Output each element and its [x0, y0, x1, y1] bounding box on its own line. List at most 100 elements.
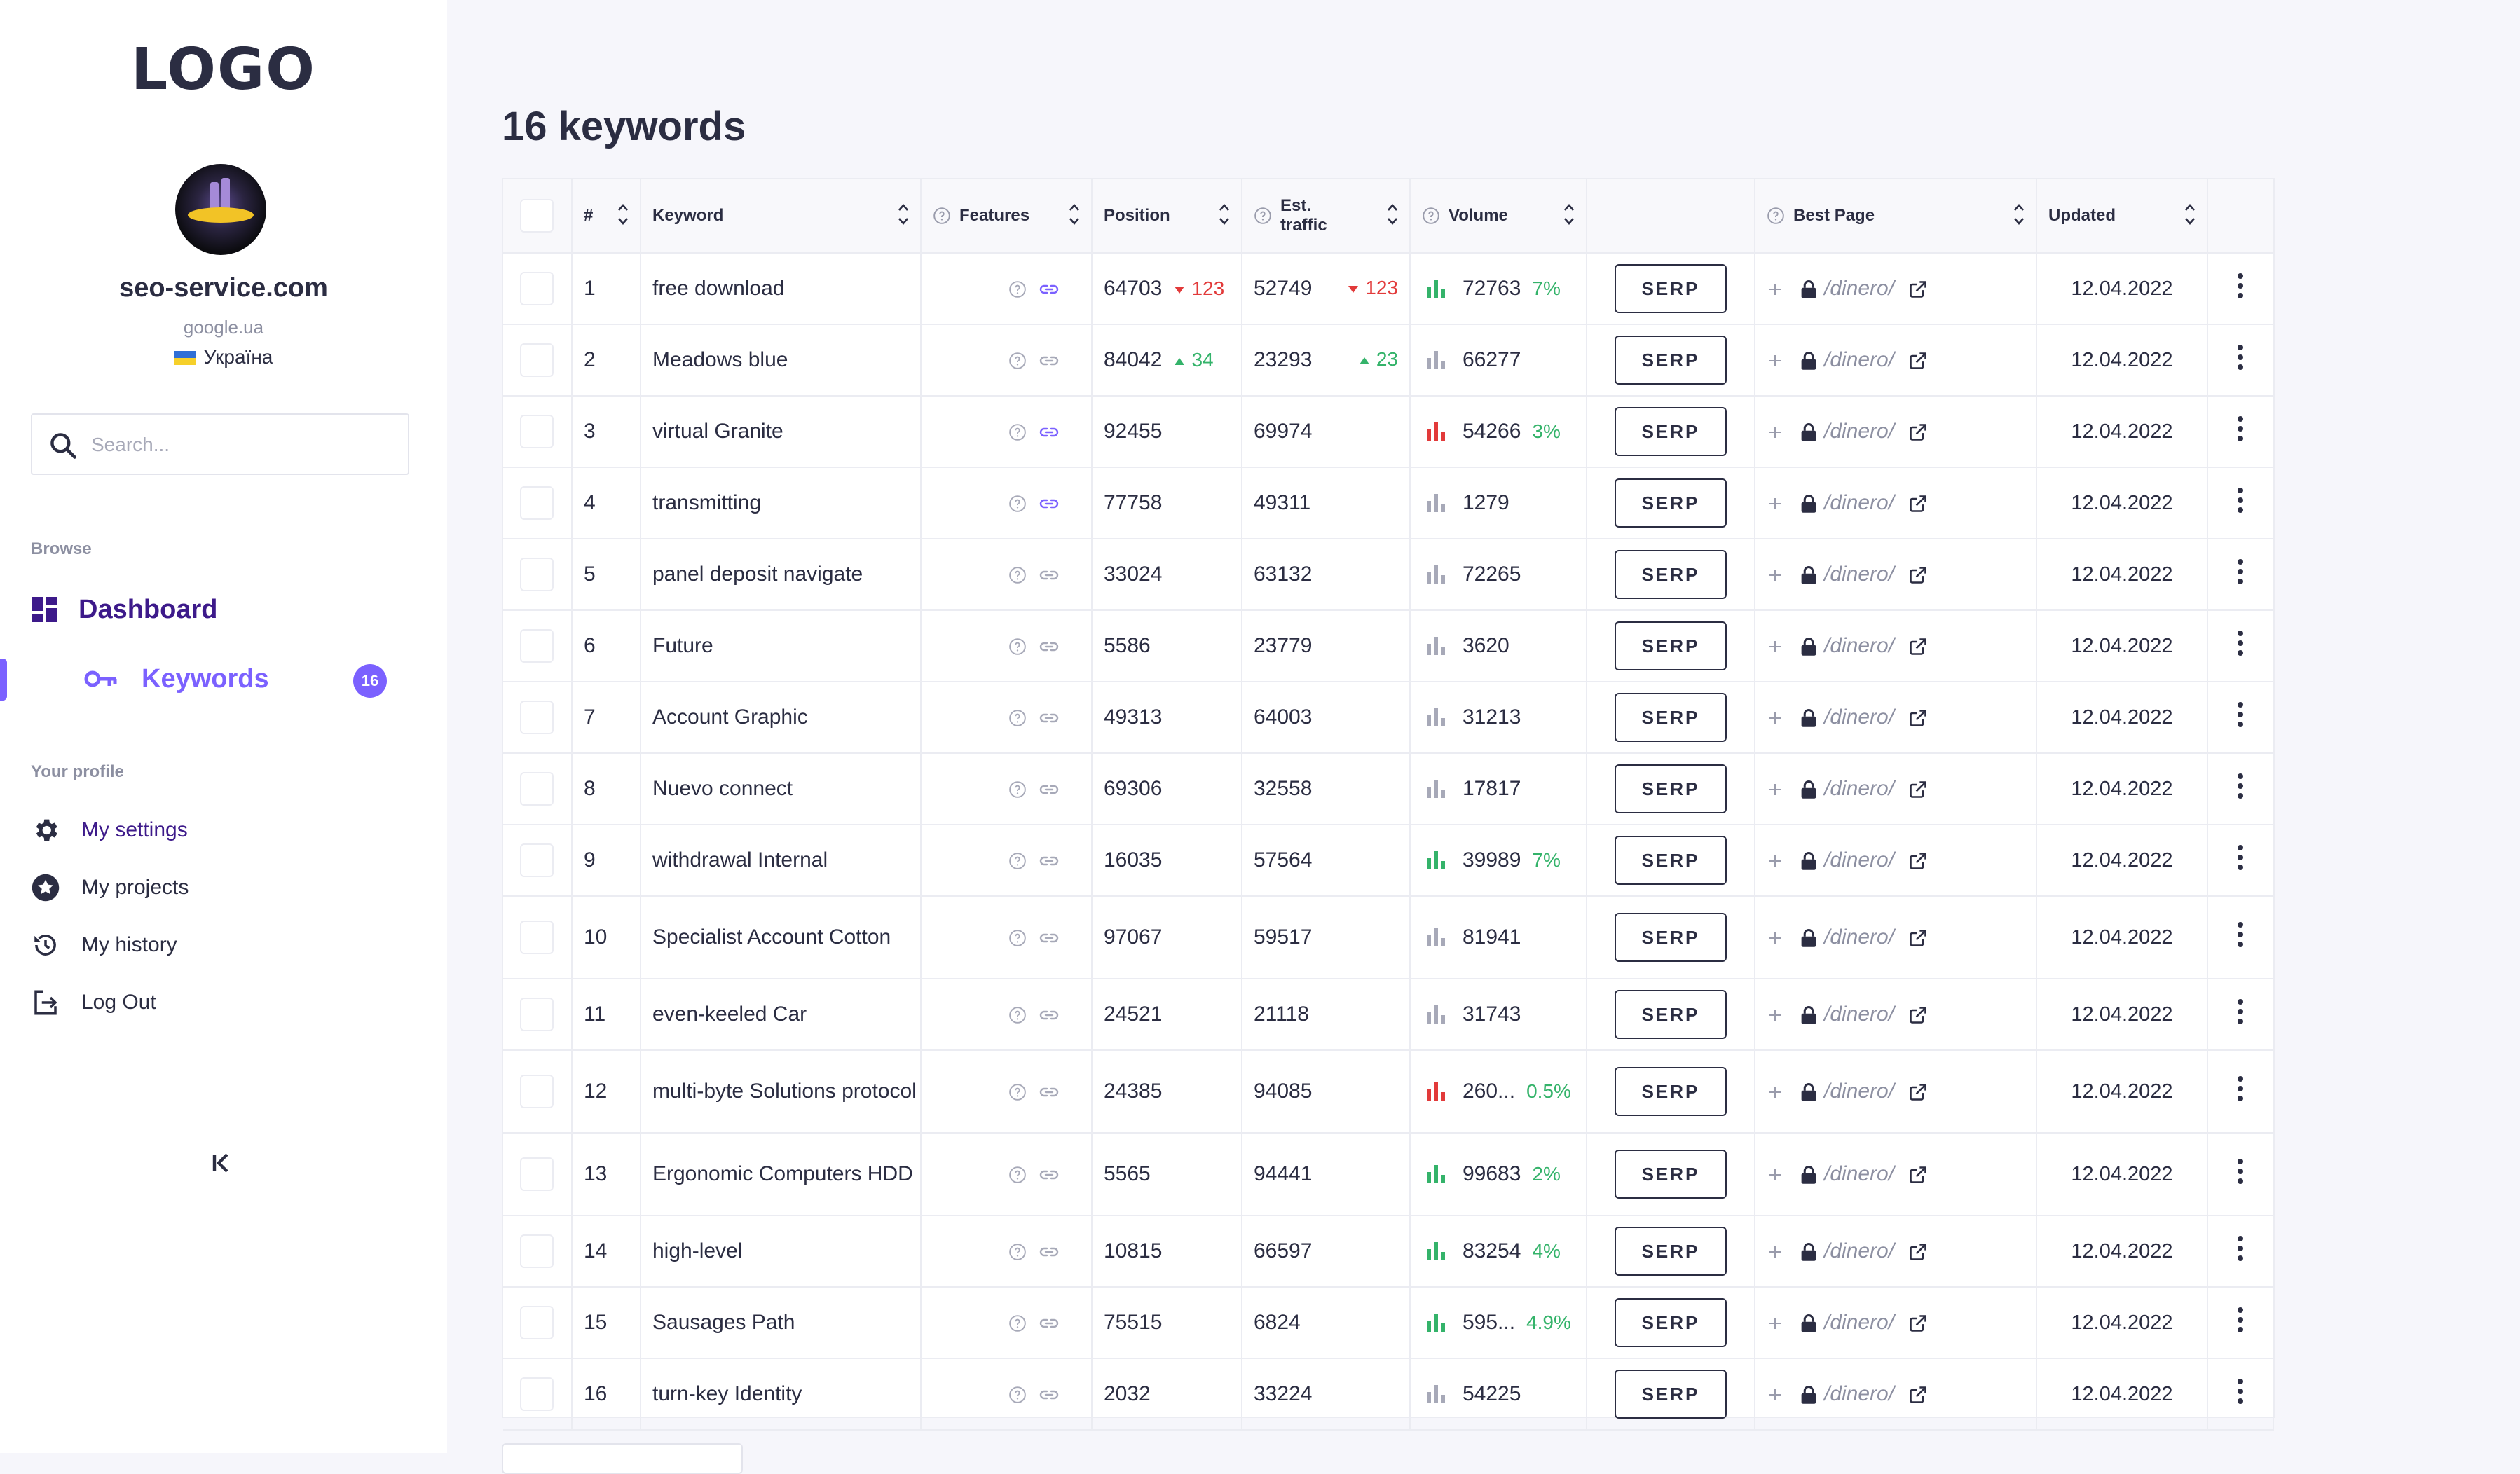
keyword-cell[interactable]: virtual Granite [641, 396, 922, 468]
plus-icon[interactable] [1767, 1084, 1783, 1101]
row-checkbox[interactable] [520, 629, 554, 663]
plus-icon[interactable] [1767, 281, 1783, 298]
external-link-icon[interactable] [1908, 928, 1928, 948]
help-icon[interactable] [1008, 929, 1027, 947]
help-icon[interactable] [1008, 852, 1027, 870]
link-icon[interactable] [1038, 1244, 1060, 1260]
keyword-cell[interactable]: Sausages Path [641, 1287, 922, 1359]
best-page-path[interactable]: /dinero/ [1824, 925, 1894, 949]
help-icon[interactable] [1254, 207, 1272, 225]
more-vertical-icon[interactable] [2237, 701, 2244, 729]
keyword-cell[interactable]: transmitting [641, 467, 922, 539]
keyword-cell[interactable]: high-level [641, 1215, 922, 1288]
external-link-icon[interactable] [1908, 422, 1928, 442]
sort-icon[interactable] [1562, 200, 1576, 228]
plus-icon[interactable] [1767, 1166, 1783, 1183]
serp-button[interactable]: SERP [1615, 550, 1727, 599]
row-checkbox[interactable] [520, 486, 554, 520]
header-features[interactable]: Features [921, 179, 1093, 254]
serp-button[interactable]: SERP [1615, 1067, 1727, 1116]
row-checkbox[interactable] [520, 1377, 554, 1411]
help-icon[interactable] [1008, 495, 1027, 513]
project-avatar[interactable] [175, 164, 266, 255]
sidebar-item-my-settings[interactable]: My settings [31, 813, 188, 848]
help-icon[interactable] [1008, 280, 1027, 298]
external-link-icon[interactable] [1908, 1165, 1928, 1185]
best-page-path[interactable]: /dinero/ [1824, 1239, 1894, 1262]
sidebar-item-log-out[interactable]: Log Out [31, 985, 156, 1020]
row-checkbox[interactable] [520, 1234, 554, 1268]
best-page-path[interactable]: /dinero/ [1824, 420, 1894, 443]
external-link-icon[interactable] [1908, 637, 1928, 656]
more-vertical-icon[interactable] [2237, 558, 2244, 586]
plus-icon[interactable] [1767, 710, 1783, 726]
help-icon[interactable] [1008, 638, 1027, 656]
header-best-page[interactable]: Best Page [1755, 179, 2037, 254]
link-icon[interactable] [1038, 567, 1060, 583]
link-icon[interactable] [1038, 710, 1060, 726]
help-icon[interactable] [1008, 566, 1027, 584]
search-input[interactable] [90, 429, 394, 461]
select-all-checkbox[interactable] [520, 199, 554, 233]
logo[interactable]: LOGO [0, 36, 447, 103]
keyword-cell[interactable]: Specialist Account Cotton [641, 896, 922, 979]
sort-icon[interactable] [2012, 200, 2026, 228]
keyword-cell[interactable]: free download [641, 253, 922, 325]
serp-button[interactable]: SERP [1615, 1227, 1727, 1276]
serp-button[interactable]: SERP [1615, 836, 1727, 885]
serp-button[interactable]: SERP [1615, 913, 1727, 962]
help-icon[interactable] [1008, 1083, 1027, 1101]
serp-button[interactable]: SERP [1615, 478, 1727, 528]
nav-dashboard[interactable]: Dashboard [31, 590, 217, 629]
best-page-path[interactable]: /dinero/ [1824, 1311, 1894, 1334]
link-icon[interactable] [1038, 930, 1060, 946]
help-icon[interactable] [1422, 207, 1440, 225]
external-link-icon[interactable] [1908, 780, 1928, 799]
more-vertical-icon[interactable] [2237, 843, 2244, 872]
more-vertical-icon[interactable] [2237, 486, 2244, 514]
more-vertical-icon[interactable] [2237, 921, 2244, 949]
best-page-path[interactable]: /dinero/ [1824, 563, 1894, 586]
link-icon[interactable] [1038, 782, 1060, 797]
row-checkbox[interactable] [520, 701, 554, 734]
best-page-path[interactable]: /dinero/ [1824, 777, 1894, 800]
keyword-cell[interactable]: Future [641, 610, 922, 682]
serp-button[interactable]: SERP [1615, 621, 1727, 670]
serp-button[interactable]: SERP [1615, 1150, 1727, 1199]
plus-icon[interactable] [1767, 1244, 1783, 1260]
serp-button[interactable]: SERP [1615, 336, 1727, 385]
help-icon[interactable] [1008, 352, 1027, 370]
link-icon[interactable] [1038, 1007, 1060, 1023]
keyword-cell[interactable]: Nuevo connect [641, 753, 922, 825]
help-icon[interactable] [1008, 1386, 1027, 1404]
external-link-icon[interactable] [1908, 1082, 1928, 1102]
external-link-icon[interactable] [1908, 280, 1928, 299]
collapse-sidebar-icon[interactable] [207, 1149, 235, 1177]
help-icon[interactable] [1008, 1314, 1027, 1332]
more-vertical-icon[interactable] [2237, 1234, 2244, 1262]
header-updated[interactable]: Updated [2036, 179, 2208, 254]
link-icon[interactable] [1038, 1316, 1060, 1331]
header-position[interactable]: Position [1092, 179, 1242, 254]
help-icon[interactable] [1008, 1243, 1027, 1261]
best-page-path[interactable]: /dinero/ [1824, 1003, 1894, 1026]
best-page-path[interactable]: /dinero/ [1824, 1162, 1894, 1185]
row-checkbox[interactable] [520, 998, 554, 1031]
header-volume[interactable]: Volume [1410, 179, 1587, 254]
serp-button[interactable]: SERP [1615, 1298, 1727, 1347]
plus-icon[interactable] [1767, 567, 1783, 584]
external-link-icon[interactable] [1908, 708, 1928, 728]
best-page-path[interactable]: /dinero/ [1824, 1080, 1894, 1103]
plus-icon[interactable] [1767, 638, 1783, 655]
link-icon[interactable] [1038, 1084, 1060, 1100]
sort-icon[interactable] [2183, 200, 2197, 228]
sort-icon[interactable] [616, 200, 630, 228]
serp-button[interactable]: SERP [1615, 264, 1727, 313]
plus-icon[interactable] [1767, 853, 1783, 869]
external-link-icon[interactable] [1908, 851, 1928, 871]
keyword-cell[interactable]: panel deposit navigate [641, 539, 922, 611]
more-vertical-icon[interactable] [2237, 998, 2244, 1026]
help-icon[interactable] [1767, 207, 1785, 225]
plus-icon[interactable] [1767, 1315, 1783, 1332]
keyword-cell[interactable]: multi-byte Solutions protocol [641, 1050, 922, 1134]
